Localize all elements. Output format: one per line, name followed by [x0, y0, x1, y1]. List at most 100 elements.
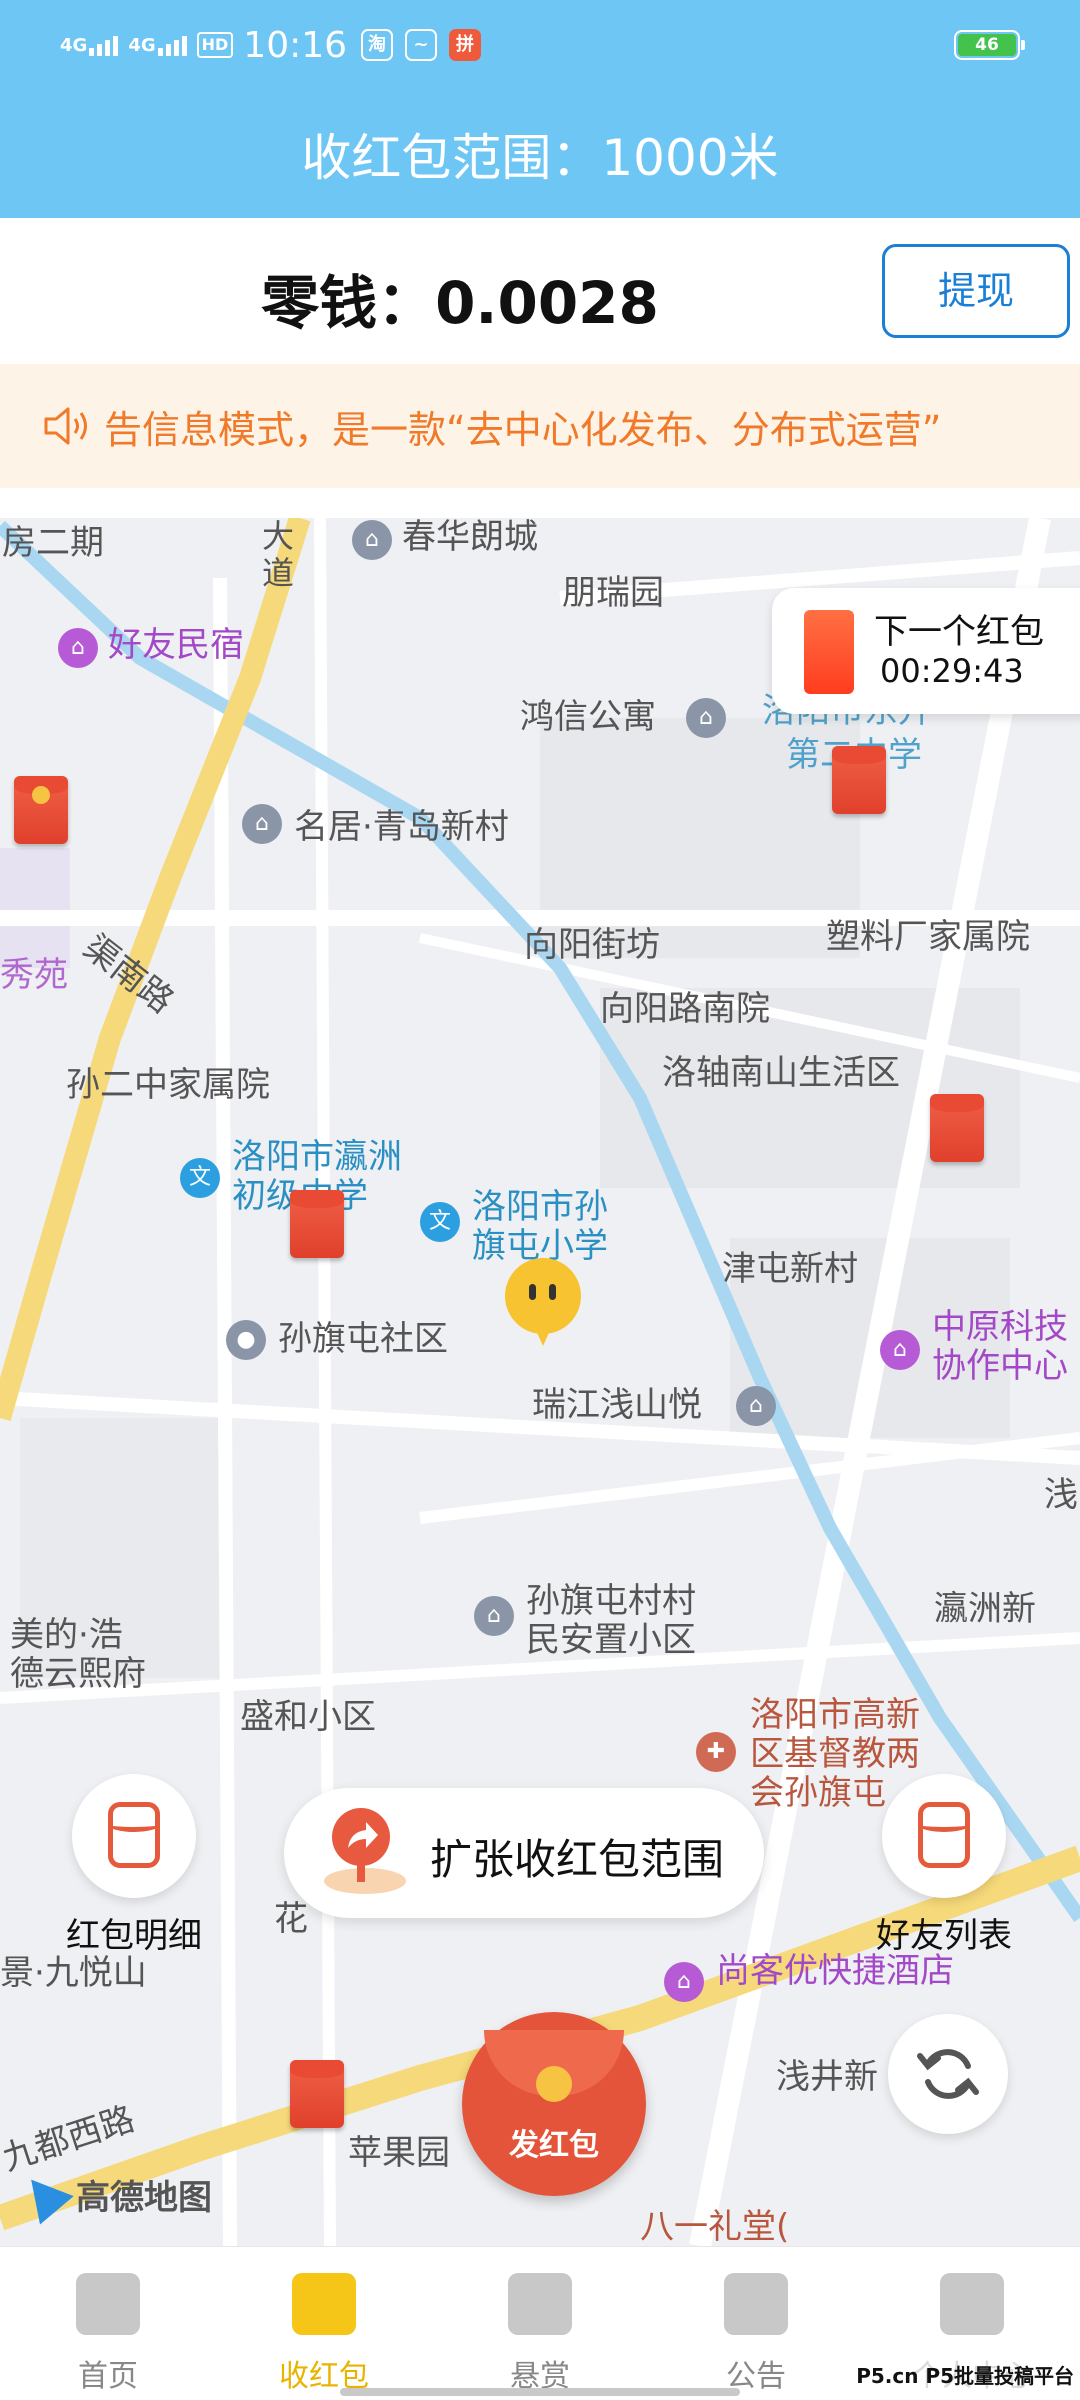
map-label: 鸿信公寓 — [520, 697, 656, 737]
poi-pin-icon: ⌂ — [474, 1596, 514, 1636]
map-label: 美的·浩 德云熙府 — [10, 1615, 146, 1695]
poi-pin-icon: ● — [226, 1320, 266, 1360]
signal-icon: 4G — [128, 34, 187, 56]
map-label: 浅 — [1044, 1475, 1078, 1515]
map-label: 大道 — [262, 518, 295, 592]
taobao-icon: 淘 — [361, 29, 394, 61]
pinduoduo-icon: 拼 — [449, 29, 482, 61]
poi-pin-icon: ⌂ — [686, 698, 726, 738]
status-bar: 4G 4G HD 10:16 淘 ~ 拼 46 — [60, 22, 1025, 68]
red-packet-marker[interactable] — [14, 776, 68, 844]
expand-range-button[interactable]: 扩张收红包范围 — [284, 1788, 764, 1918]
map-label: 苹果园 — [348, 2133, 450, 2173]
map-label: 秀苑 — [0, 955, 68, 995]
red-packet-icon — [804, 610, 854, 694]
poi-pin-icon: ⌂ — [352, 520, 392, 560]
profile-icon — [940, 2273, 1004, 2335]
friends-list-label: 好友列表 — [876, 1916, 1012, 1956]
map-label: 名居·青岛新村 — [294, 807, 509, 847]
expand-range-label: 扩张收红包范围 — [430, 1835, 725, 1884]
map-label: 八一礼堂( — [640, 2207, 790, 2246]
packet-details-button[interactable] — [72, 1774, 196, 1898]
packet-details-label: 红包明细 — [66, 1916, 202, 1956]
map-label: 洛阳市高新 区基督教两 会孙旗屯 — [750, 1695, 920, 1814]
refresh-button[interactable] — [888, 2014, 1008, 2134]
map-label: 房二期 — [2, 523, 104, 563]
notice-text: 告信息模式，是一款“去中心化发布、分布式运营” — [104, 407, 942, 452]
tab-announcements[interactable]: 公告 — [648, 2247, 864, 2400]
signal-icon: 4G — [60, 34, 119, 56]
notice-marquee[interactable]: 告信息模式，是一款“去中心化发布、分布式运营” — [0, 364, 1080, 488]
poi-pin-icon: ⌂ — [736, 1386, 776, 1426]
header: 4G 4G HD 10:16 淘 ~ 拼 46 收红包范围：1000米 — [0, 0, 1080, 218]
share-arrow-icon — [332, 1808, 390, 1866]
user-location-marker[interactable] — [505, 1258, 581, 1346]
friends-list-button[interactable] — [882, 1774, 1006, 1898]
map-label: 春华朗城 — [402, 518, 538, 557]
database-icon — [108, 1802, 160, 1868]
page-title: 收红包范围：1000米 — [301, 129, 779, 187]
map-label: 向阳街坊 — [524, 925, 660, 965]
map-label: 瀛洲新 — [934, 1589, 1036, 1629]
database-icon — [918, 1802, 970, 1868]
tab-home[interactable]: 首页 — [0, 2247, 216, 2400]
map-label: 盛和小区 — [240, 1697, 376, 1737]
next-packet-label: 下一个红包 — [874, 612, 1044, 652]
tab-bounty[interactable]: 悬赏 — [432, 2247, 648, 2400]
map-label: 孙旗屯村村 民安置小区 — [526, 1581, 696, 1661]
map-label: 洛轴南山生活区 — [662, 1053, 900, 1093]
speaker-icon — [44, 407, 87, 445]
announcement-icon — [724, 2273, 788, 2335]
battery-level: 46 — [958, 34, 1016, 56]
hd-icon: HD — [196, 32, 234, 58]
church-pin-icon: ✚ — [696, 1732, 736, 1772]
hotel-pin-icon: ⌂ — [58, 628, 98, 668]
next-packet-countdown: 00:29:43 — [880, 652, 1024, 690]
clock: 10:16 — [243, 24, 348, 66]
map-label: 浅井新 — [776, 2057, 878, 2097]
home-indicator[interactable] — [340, 2388, 740, 2396]
app-screen: 4G 4G HD 10:16 淘 ~ 拼 46 收红包范围：1000米 零钱：0… — [0, 0, 1080, 2400]
map-label: 朋瑞园 — [562, 573, 664, 613]
map-label: 孙旗屯社区 — [278, 1319, 448, 1359]
refresh-icon — [917, 2049, 979, 2099]
balance-bar: 零钱：0.0028 提现 — [0, 218, 1080, 364]
location-base-icon — [324, 1868, 406, 1894]
map-view[interactable]: 房二期 ⌂ 春华朗城 大道 朋瑞园 ⌂ 好友民宿 鸿信公寓 ⌂ 洛阳市东升 第二… — [0, 518, 1080, 2246]
coin-icon — [536, 2066, 572, 2102]
map-label: 景·九悦山 — [0, 1953, 147, 1993]
map-label: 中原科技 协作中心 — [932, 1307, 1068, 1387]
amap-arrow-icon — [14, 2165, 74, 2224]
red-packet-marker[interactable] — [930, 1094, 984, 1162]
red-packet-marker[interactable] — [290, 2060, 344, 2128]
map-label: 尚客优快捷酒店 — [716, 1951, 954, 1991]
home-icon — [76, 2273, 140, 2335]
map-label: 向阳路南院 — [600, 989, 770, 1029]
map-label: 花 — [274, 1899, 308, 1939]
send-red-packet-button[interactable]: 发红包 — [462, 2012, 646, 2196]
next-packet-card[interactable]: 下一个红包 00:29:43 — [772, 588, 1080, 714]
send-red-packet-label: 发红包 — [509, 2128, 599, 2163]
amap-logo: 高德地图 — [14, 2165, 212, 2224]
school-pin-icon: 文 — [180, 1158, 220, 1198]
map-label: 洛阳市孙 旗屯小学 — [472, 1187, 608, 1267]
hotel-pin-icon: ⌂ — [664, 1962, 704, 2002]
map-label: 孙二中家属院 — [66, 1065, 270, 1105]
money-bag-icon — [508, 2273, 572, 2335]
leaf-icon: ~ — [405, 29, 438, 61]
tab-collect-packets[interactable]: 收红包 — [216, 2247, 432, 2400]
red-packet-marker[interactable] — [832, 746, 886, 814]
balance-amount: 零钱：0.0028 — [261, 269, 659, 337]
watermark: P5.cn P5批量投稿平台 — [856, 2360, 1074, 2389]
school-pin-icon: 文 — [420, 1202, 460, 1242]
poi-pin-icon: ⌂ — [242, 804, 282, 844]
map-label: 津屯新村 — [722, 1249, 858, 1289]
red-packet-icon — [292, 2273, 356, 2335]
withdraw-button[interactable]: 提现 — [882, 244, 1070, 338]
red-packet-marker[interactable] — [290, 1190, 344, 1258]
hotel-pin-icon: ⌂ — [880, 1330, 920, 1370]
battery-icon: 46 — [954, 30, 1025, 60]
map-label: 塑料厂家属院 — [826, 917, 1030, 957]
map-label: 瑞江浅山悦 — [532, 1385, 702, 1425]
map-label: 好友民宿 — [108, 625, 244, 665]
